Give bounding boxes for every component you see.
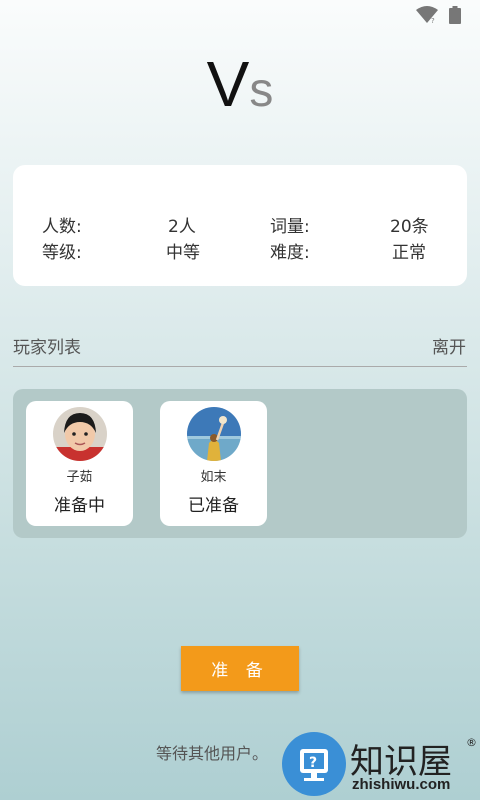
words-value: 20条 bbox=[390, 217, 429, 237]
words-label: 词量: bbox=[270, 217, 310, 237]
wifi-icon: ? bbox=[416, 6, 438, 24]
vs-title: Vs bbox=[0, 52, 480, 116]
waiting-text: 等待其他用户。 bbox=[156, 744, 269, 763]
player-card[interactable]: 子茹 准备中 bbox=[26, 401, 133, 526]
avatar bbox=[187, 407, 241, 461]
player-name: 子茹 bbox=[66, 470, 93, 485]
battery-icon bbox=[449, 6, 461, 24]
ready-button[interactable]: 准 备 bbox=[181, 646, 299, 691]
help-monitor-icon: ? bbox=[282, 732, 346, 796]
level-value: 中等 bbox=[166, 243, 200, 263]
level-label: 等级: bbox=[42, 243, 82, 263]
child-avatar-icon bbox=[53, 407, 107, 461]
player-card[interactable]: 如末 已准备 bbox=[160, 401, 267, 526]
svg-text:?: ? bbox=[309, 755, 317, 771]
player-status: 已准备 bbox=[188, 496, 239, 516]
difficulty-value: 正常 bbox=[392, 243, 426, 263]
watermark-registered: ® bbox=[466, 736, 477, 749]
player-status: 准备中 bbox=[54, 496, 105, 516]
difficulty-label: 难度: bbox=[270, 243, 310, 263]
svg-text:?: ? bbox=[431, 17, 435, 24]
watermark-url: zhishiwu.com bbox=[352, 776, 451, 793]
players-label: 人数: bbox=[42, 217, 82, 237]
leave-button[interactable]: 离开 bbox=[432, 333, 466, 358]
status-bar: ? bbox=[0, 0, 480, 30]
players-value: 2人 bbox=[168, 217, 196, 237]
vs-title-s: s bbox=[249, 64, 274, 117]
player-list-title: 玩家列表 bbox=[13, 338, 81, 358]
divider bbox=[13, 366, 467, 367]
avatar bbox=[53, 407, 107, 461]
player-name: 如末 bbox=[200, 470, 227, 485]
vs-title-v: V bbox=[206, 48, 250, 120]
beach-avatar-icon bbox=[187, 407, 241, 461]
watermark-logo: ? 知识屋 ® zhishiwu.com bbox=[280, 730, 480, 800]
player-list: 子茹 准备中 如末 已准备 bbox=[13, 389, 467, 538]
game-info-card: 人数: 2人 词量: 20条 等级: 中等 难度: 正常 bbox=[13, 165, 467, 286]
